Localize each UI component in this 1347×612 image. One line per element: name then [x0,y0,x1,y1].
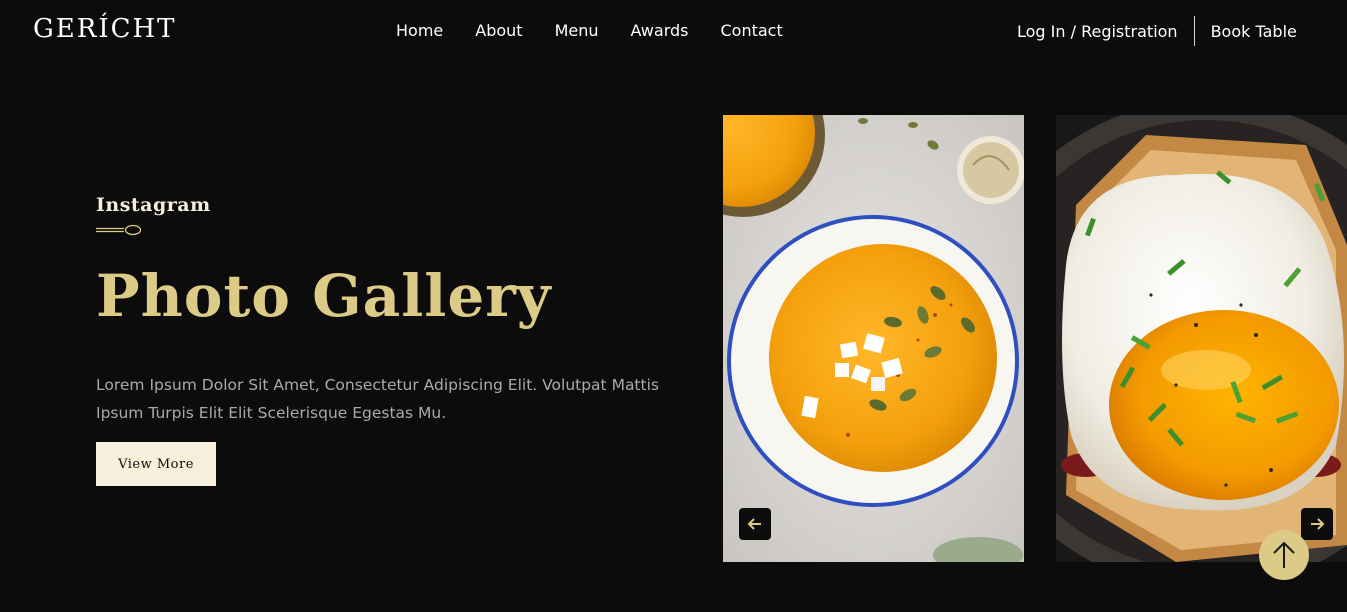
nav-link-home[interactable]: Home [396,21,443,40]
gallery-image-soup[interactable] [723,115,1024,562]
book-table-link[interactable]: Book Table [1211,22,1297,41]
pumpkin-soup-image [723,115,1024,562]
nav-link-awards[interactable]: Awards [631,21,689,40]
site-logo[interactable]: GERÍCHT [33,14,177,44]
nav-divider [1193,16,1195,46]
section-description: Lorem Ipsum Dolor Sit Amet, Consectetur … [96,376,659,422]
gallery-image-egg[interactable] [1056,115,1347,562]
nav-link-menu[interactable]: Menu [555,21,599,40]
nav-link-contact[interactable]: Contact [720,21,782,40]
arrow-right-icon [1311,518,1325,530]
fried-egg-toast-image [1056,115,1347,562]
view-more-button[interactable]: View More [96,442,216,486]
page-title: Photo Gallery [96,262,552,330]
login-registration-link[interactable]: Log In / Registration [1017,22,1178,41]
gallery-next-button[interactable] [1301,508,1333,540]
arrow-up-icon [1273,541,1295,568]
gallery-prev-button[interactable] [739,508,771,540]
scroll-to-top-button[interactable] [1259,530,1309,580]
photo-gallery [723,115,1347,562]
spoon-icon [96,224,142,236]
nav-account: Log In / Registration Book Table [1017,16,1297,46]
arrow-left-icon [747,518,761,530]
navbar: GERÍCHT Home About Menu Awards Contact L… [0,0,1347,62]
nav-link-about[interactable]: About [475,21,522,40]
nav-links: Home About Menu Awards Contact [396,21,783,40]
section-subtitle: Instagram [96,194,211,216]
